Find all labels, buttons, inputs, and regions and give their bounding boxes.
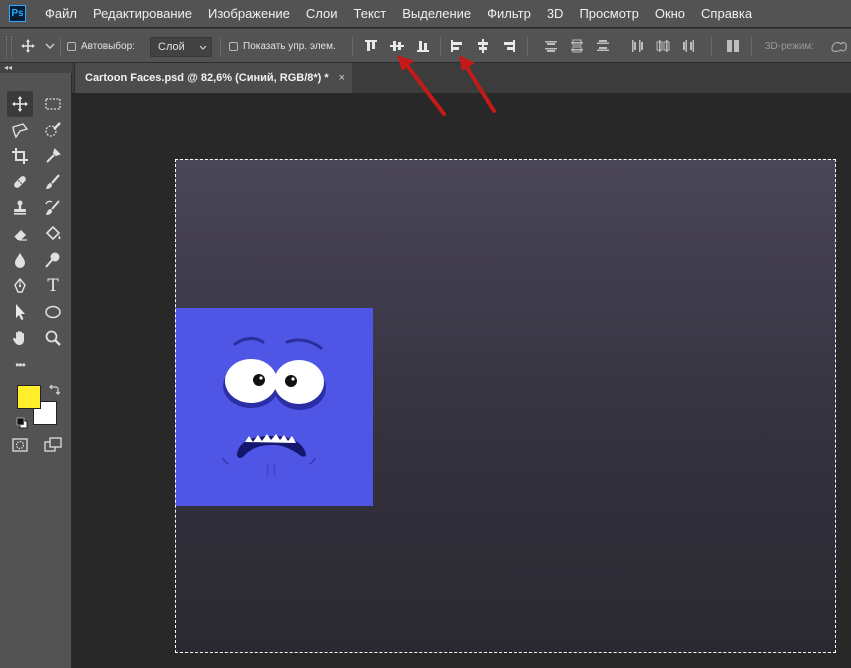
eyedropper-tool-icon[interactable] bbox=[40, 143, 66, 169]
menu-edit[interactable]: Редактирование bbox=[85, 6, 200, 21]
align-vertical-centers-icon[interactable] bbox=[389, 38, 405, 54]
align-top-edges-icon[interactable] bbox=[363, 38, 379, 54]
menu-select[interactable]: Выделение bbox=[394, 6, 479, 21]
menu-view[interactable]: Просмотр bbox=[571, 6, 646, 21]
type-tool-glyph: T bbox=[47, 276, 59, 296]
eraser-tool-icon[interactable] bbox=[7, 221, 33, 247]
menu-image[interactable]: Изображение bbox=[200, 6, 298, 21]
3d-orbit-icon[interactable] bbox=[829, 38, 849, 54]
ellipse-tool-icon[interactable] bbox=[40, 299, 66, 325]
align-right-edges-icon[interactable] bbox=[501, 38, 517, 54]
more-tools-icon[interactable]: ••• bbox=[7, 352, 33, 378]
autoselect-target-value: Слой bbox=[158, 41, 185, 53]
crop-tool-icon[interactable] bbox=[7, 143, 33, 169]
blue-layer-cartoon-face[interactable] bbox=[175, 308, 373, 506]
spot-healing-brush-tool-icon[interactable] bbox=[7, 169, 33, 195]
align-horizontal-centers-icon[interactable] bbox=[475, 38, 491, 54]
dodge-tool-icon[interactable] bbox=[40, 247, 66, 273]
3d-mode-label: 3D-режим: bbox=[765, 41, 815, 52]
distribute-horizontal-centers-icon[interactable] bbox=[655, 38, 671, 54]
quick-selection-tool-icon[interactable] bbox=[40, 117, 66, 143]
collapse-panel-icon[interactable]: ◂◂ bbox=[0, 63, 72, 73]
foreground-color-swatch[interactable] bbox=[17, 385, 41, 409]
options-bar: Автовыбор: Слой Показать упр. элем. 3D-р… bbox=[0, 28, 851, 63]
chevron-down-icon[interactable] bbox=[42, 38, 58, 54]
menu-bar: Ps Файл Редактирование Изображение Слои … bbox=[0, 0, 851, 27]
options-bar-grip[interactable] bbox=[6, 35, 12, 58]
swap-colors-icon[interactable] bbox=[48, 383, 61, 401]
distribute-right-edges-icon[interactable] bbox=[681, 38, 697, 54]
document-tab[interactable]: Cartoon Faces.psd @ 82,6% (Синий, RGB/8*… bbox=[74, 63, 352, 93]
move-tool-icon[interactable] bbox=[7, 91, 33, 117]
align-bottom-edges-icon[interactable] bbox=[415, 38, 431, 54]
rectangular-marquee-tool-icon[interactable] bbox=[40, 91, 66, 117]
photoshop-logo-icon[interactable]: Ps bbox=[9, 5, 26, 22]
autoselect-target-select[interactable]: Слой bbox=[150, 37, 212, 57]
cartoon-face-artwork bbox=[222, 337, 326, 477]
lasso-tool-icon[interactable] bbox=[7, 117, 33, 143]
menu-layer[interactable]: Слои bbox=[298, 6, 346, 21]
clone-stamp-tool-icon[interactable] bbox=[7, 195, 33, 221]
brush-tool-icon[interactable] bbox=[40, 169, 66, 195]
menu-3d[interactable]: 3D bbox=[539, 6, 572, 21]
paint-bucket-tool-icon[interactable] bbox=[40, 221, 66, 247]
menu-help[interactable]: Справка bbox=[693, 6, 760, 21]
path-selection-tool-icon[interactable] bbox=[7, 299, 33, 325]
blur-tool-icon[interactable] bbox=[7, 247, 33, 273]
autoselect-label: Автовыбор: bbox=[81, 41, 135, 52]
distribute-top-edges-icon[interactable] bbox=[543, 38, 559, 54]
menu-window[interactable]: Окно bbox=[647, 6, 693, 21]
document-tab-title: Cartoon Faces.psd @ 82,6% (Синий, RGB/8*… bbox=[85, 72, 329, 84]
quick-mask-icon[interactable] bbox=[7, 432, 33, 458]
tools-panel: ◂◂ T ••• bbox=[0, 63, 72, 668]
hand-tool-icon[interactable] bbox=[7, 325, 33, 351]
show-transform-controls-label: Показать упр. элем. bbox=[243, 41, 336, 52]
align-left-edges-icon[interactable] bbox=[449, 38, 465, 54]
distribute-bottom-edges-icon[interactable] bbox=[595, 38, 611, 54]
screen-mode-icon[interactable] bbox=[40, 432, 66, 458]
autoselect-checkbox[interactable] bbox=[67, 42, 76, 51]
type-tool-icon[interactable]: T bbox=[40, 273, 66, 299]
move-tool-preset-icon[interactable] bbox=[20, 38, 36, 54]
zoom-tool-icon[interactable] bbox=[40, 325, 66, 351]
auto-align-layers-icon[interactable] bbox=[725, 38, 741, 54]
distribute-vertical-centers-icon[interactable] bbox=[569, 38, 585, 54]
history-brush-tool-icon[interactable] bbox=[40, 195, 66, 221]
close-icon[interactable]: × bbox=[339, 72, 345, 84]
show-transform-controls-checkbox[interactable] bbox=[229, 42, 238, 51]
chevron-down-icon bbox=[199, 45, 207, 50]
menu-file[interactable]: Файл bbox=[37, 6, 85, 21]
menu-type[interactable]: Текст bbox=[346, 6, 395, 21]
distribute-left-edges-icon[interactable] bbox=[629, 38, 645, 54]
pen-tool-icon[interactable] bbox=[7, 273, 33, 299]
menu-filter[interactable]: Фильтр bbox=[479, 6, 539, 21]
